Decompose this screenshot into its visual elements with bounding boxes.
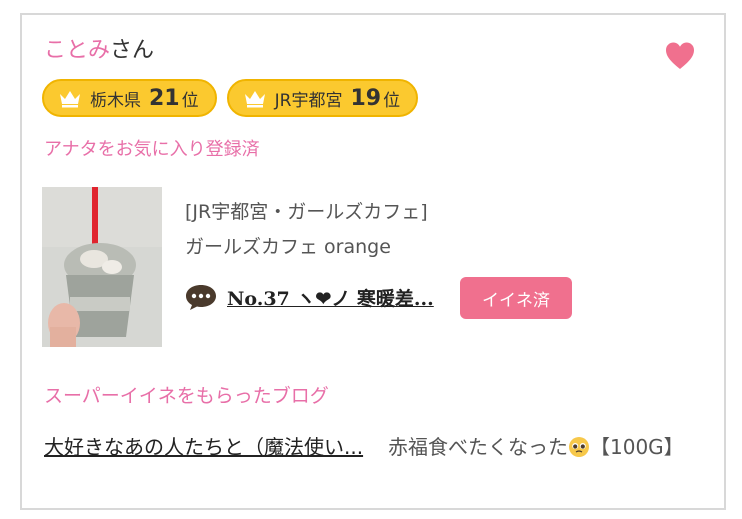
pleading-face-icon — [569, 437, 589, 457]
ranking-area: JR宇都宮 — [274, 90, 343, 111]
girl-profile-card: ことみさん 栃木県 21 位 JR宇都宮 19 位 アナタをお気に入り登録済 [… — [20, 13, 726, 510]
super-iine-label: スーパーイイネをもらったブログ — [44, 385, 329, 407]
profile-name[interactable]: ことみさん — [44, 37, 154, 65]
blog-title-link[interactable]: No.37 ヽ❤ノ 寒暖差... — [227, 284, 434, 311]
ranking-badge-prefecture[interactable]: 栃木県 21 位 — [42, 79, 217, 117]
speech-bubble-icon — [186, 285, 216, 310]
shop-name[interactable]: ガールズカフェ orange — [185, 232, 391, 259]
favorite-status: アナタをお気に入り登録済 — [44, 139, 260, 160]
ranking-badges: 栃木県 21 位 JR宇都宮 19 位 — [42, 79, 419, 117]
super-iine-description: 赤福食べたくなった 【100G】 — [388, 431, 706, 463]
heart-icon[interactable] — [664, 40, 696, 72]
ranking-badge-station[interactable]: JR宇都宮 19 位 — [226, 79, 419, 117]
super-iine-desc-text: 赤福食べたくなった — [388, 435, 568, 459]
super-iine-points: 【100G】 — [590, 435, 684, 459]
ranking-number: 19 — [350, 85, 382, 111]
ranking-unit: 位 — [383, 90, 401, 111]
ranking-unit: 位 — [181, 90, 199, 111]
crown-icon — [244, 91, 265, 108]
girl-name[interactable]: ことみ — [44, 38, 110, 63]
ranking-area: 栃木県 — [90, 90, 141, 111]
latest-blog: No.37 ヽ❤ノ 寒暖差... — [185, 283, 434, 311]
crown-icon — [60, 91, 80, 108]
shop-category: [JR宇都宮・ガールズカフェ] — [185, 201, 428, 223]
super-iine-blog-link[interactable]: 大好きなあの人たちと（魔法使い... — [44, 431, 380, 463]
name-suffix: さん — [110, 38, 155, 63]
iine-button[interactable]: イイネ済 — [460, 277, 572, 319]
ranking-number: 21 — [149, 85, 180, 111]
blog-thumbnail[interactable] — [42, 187, 162, 347]
